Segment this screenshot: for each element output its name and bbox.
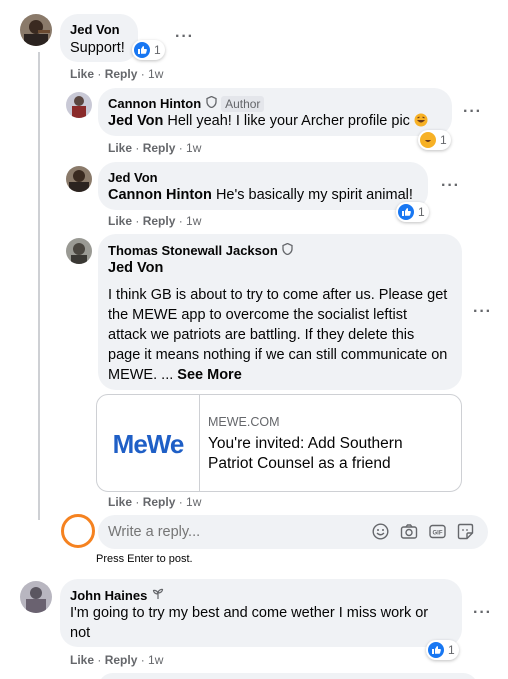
like-link[interactable]: Like: [70, 653, 94, 667]
avatar-jed-von[interactable]: [66, 166, 92, 192]
reaction-count[interactable]: 1: [132, 40, 165, 60]
like-reaction-icon: [428, 642, 444, 658]
see-more-link[interactable]: See More: [177, 367, 241, 383]
reaction-count-value: 1: [440, 133, 447, 147]
reply-link[interactable]: Reply: [143, 214, 176, 228]
reaction-count[interactable]: 1: [396, 202, 429, 222]
svg-text:GIF: GIF: [433, 531, 443, 537]
like-link[interactable]: Like: [70, 67, 94, 81]
more-options-icon[interactable]: ···: [463, 103, 482, 121]
thread-line: [38, 52, 40, 520]
comment-author[interactable]: Jed Von: [70, 22, 120, 37]
comment-bubble-partial: [98, 673, 478, 679]
more-options-icon[interactable]: ···: [441, 177, 460, 195]
link-divider: [199, 395, 200, 491]
mention-tag[interactable]: Jed Von: [108, 258, 163, 278]
reaction-count-value: 1: [448, 643, 455, 657]
comment-time[interactable]: 1w: [186, 214, 201, 228]
comment-bubble: Jed Von Support!: [60, 14, 138, 62]
like-reaction-icon: [134, 42, 150, 58]
reply-link[interactable]: Reply: [105, 653, 138, 667]
comment-text: I'm going to try my best and come wether…: [70, 605, 429, 641]
like-reaction-icon: [398, 204, 414, 220]
comment-bubble: Thomas Stonewall Jackson Jed Von I think…: [98, 234, 462, 390]
reply-link[interactable]: Reply: [143, 495, 176, 509]
laughing-emoji-icon: [414, 113, 428, 129]
emoji-icon[interactable]: [372, 523, 389, 545]
comment-time[interactable]: 1w: [148, 653, 163, 667]
comment-author[interactable]: John Haines: [70, 588, 147, 603]
reaction-count-value: 1: [154, 43, 161, 57]
comment-time[interactable]: 1w: [186, 141, 201, 155]
gif-icon[interactable]: GIF: [429, 524, 446, 544]
reaction-count-value: 1: [418, 205, 425, 219]
like-link[interactable]: Like: [108, 495, 132, 509]
comment-text-block: I think GB is about to try to come after…: [108, 285, 448, 385]
mewe-logo: MeWe: [112, 428, 185, 459]
comment-text: I think GB is about to try to come after…: [108, 287, 448, 383]
comment-author[interactable]: Thomas Stonewall Jackson: [108, 243, 278, 258]
sticker-icon[interactable]: [457, 523, 474, 545]
comment-actions: Like · Reply · 1w: [70, 67, 164, 81]
highlight-circle: [61, 514, 95, 548]
link-domain: MEWE.COM: [208, 415, 280, 429]
reply-link[interactable]: Reply: [105, 67, 138, 81]
avatar-john-haines[interactable]: [20, 581, 52, 613]
more-options-icon[interactable]: ···: [473, 303, 492, 321]
comment-time[interactable]: 1w: [148, 67, 163, 81]
mention-tag[interactable]: Jed Von: [108, 113, 163, 129]
reaction-count[interactable]: 1: [418, 130, 451, 150]
more-options-icon[interactable]: ···: [175, 28, 194, 46]
comment-bubble: Jed Von Cannon Hinton He's basically my …: [98, 162, 428, 210]
comment-time[interactable]: 1w: [186, 495, 201, 509]
comment-text-line: Cannon Hinton He's basically my spirit a…: [108, 185, 413, 205]
camera-icon[interactable]: [400, 523, 418, 545]
reply-input[interactable]: [108, 522, 358, 542]
like-link[interactable]: Like: [108, 214, 132, 228]
avatar-thomas-stonewall-jackson[interactable]: [66, 238, 92, 264]
comment-bubble: Cannon Hinton Author Jed Von Hell yeah! …: [98, 88, 452, 136]
author-badge: Author: [221, 96, 265, 113]
link-preview-card[interactable]: MeWe MEWE.COM You're invited: Add Southe…: [96, 394, 462, 492]
link-title[interactable]: You're invited: Add Southern Patriot Cou…: [208, 434, 448, 474]
comment-text: Support!: [70, 40, 125, 56]
shield-icon: [282, 242, 293, 260]
haha-reaction-icon: [420, 132, 436, 148]
comment-actions: Like · Reply · 1w: [108, 141, 202, 155]
reply-hint: Press Enter to post.: [96, 553, 193, 565]
reply-link[interactable]: Reply: [143, 141, 176, 155]
comment-actions: Like · Reply · 1w: [108, 214, 202, 228]
comment-author[interactable]: Jed Von: [108, 170, 158, 185]
comment-actions: Like · Reply · 1w: [108, 495, 202, 509]
comment-text: He's basically my spirit animal!: [215, 187, 413, 203]
comment-bubble: John Haines I'm going to try my best and…: [60, 579, 462, 647]
reaction-count[interactable]: 1: [426, 640, 459, 660]
avatar-cannon-hinton[interactable]: [66, 92, 92, 118]
mention-tag[interactable]: Cannon Hinton: [108, 187, 212, 203]
comment-author[interactable]: Cannon Hinton: [108, 96, 201, 111]
comment-actions: Like · Reply · 1w: [70, 653, 164, 667]
reply-input-box[interactable]: GIF: [98, 515, 488, 549]
comment-text-line: Jed Von Hell yeah! I like your Archer pr…: [108, 111, 428, 131]
avatar-jed-von[interactable]: [20, 14, 52, 46]
like-link[interactable]: Like: [108, 141, 132, 155]
more-options-icon[interactable]: ···: [473, 604, 492, 622]
comment-text: Hell yeah! I like your Archer profile pi…: [167, 113, 410, 129]
